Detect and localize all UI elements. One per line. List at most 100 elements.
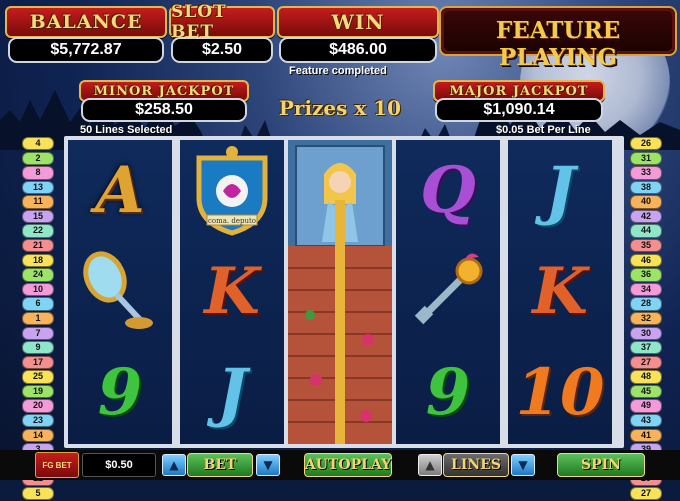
- right-payline-19: 43: [630, 413, 662, 428]
- symbol-q: Q: [420, 152, 476, 228]
- left-payline-6: 22: [22, 224, 54, 238]
- balance-label: BALANCE: [29, 11, 143, 33]
- left-payline-8: 18: [22, 253, 54, 268]
- rapunzel-tower-icon: [288, 140, 392, 444]
- left-payline-16: 25: [22, 370, 54, 384]
- right-payline-20: 41: [630, 428, 662, 442]
- right-payline-0: 26: [630, 137, 662, 151]
- left-payline-11: 6: [22, 297, 54, 311]
- spin-label: SPIN: [581, 457, 621, 473]
- right-payline-3: 38: [630, 180, 662, 195]
- major-jackpot-label: MAJOR JACKPOT: [449, 83, 589, 99]
- hand-mirror-icon: [68, 241, 172, 342]
- slot-bet-plaque: SLOT BET: [169, 2, 275, 42]
- right-payline-12: 32: [630, 311, 662, 326]
- right-payline-5: 42: [630, 209, 662, 224]
- balance-value: $5,772.87: [8, 37, 164, 63]
- reel-2: coma. deputo K J: [180, 140, 284, 444]
- crest-shield-icon: coma. deputo: [180, 140, 284, 241]
- right-payline-14: 37: [630, 341, 662, 355]
- golden-key-icon: [396, 241, 500, 342]
- right-payline-8: 46: [630, 253, 662, 268]
- symbol-k: K: [532, 253, 588, 329]
- shield-motto: coma. deputo: [208, 217, 256, 225]
- symbol-k: K: [204, 253, 260, 329]
- down-arrow-icon: ▼: [263, 458, 273, 472]
- right-payline-16: 48: [630, 370, 662, 384]
- reel-3: [288, 140, 392, 444]
- win-label: WIN: [331, 10, 385, 34]
- left-payline-19: 23: [22, 413, 54, 428]
- autoplay-label: AUTOPLAY: [304, 457, 392, 473]
- down-arrow-icon: ▼: [518, 458, 528, 472]
- left-payline-20: 14: [22, 428, 54, 442]
- left-payline-5: 15: [22, 209, 54, 224]
- bet-up-button[interactable]: ▲: [162, 454, 186, 476]
- right-payline-11: 28: [630, 297, 662, 311]
- symbol-a: A: [95, 152, 145, 228]
- bet-label: BET: [203, 457, 237, 473]
- fg-bet-value: $0.50: [82, 453, 156, 477]
- fg-bet-label: FG BET: [42, 460, 72, 470]
- right-payline-9: 36: [630, 268, 662, 282]
- right-payline-18: 49: [630, 399, 662, 413]
- right-payline-24: 27: [630, 486, 662, 501]
- spin-button[interactable]: SPIN: [557, 453, 645, 477]
- right-payline-13: 30: [630, 326, 662, 340]
- right-payline-2: 33: [630, 166, 662, 180]
- left-payline-24: 5: [22, 486, 54, 501]
- lines-button[interactable]: LINES: [443, 453, 509, 477]
- left-payline-9: 24: [22, 268, 54, 282]
- lines-down-button[interactable]: ▼: [511, 454, 535, 476]
- feature-playing-banner: FEATURE PLAYING: [439, 6, 677, 71]
- right-payline-17: 45: [630, 384, 662, 399]
- left-payline-3: 13: [22, 180, 54, 195]
- right-payline-15: 27: [630, 355, 662, 370]
- slot-bet-value: $2.50: [171, 37, 273, 63]
- bet-down-button[interactable]: ▼: [256, 454, 280, 476]
- symbol-j: J: [216, 354, 248, 430]
- left-payline-4: 11: [22, 195, 54, 209]
- left-payline-2: 8: [22, 166, 54, 180]
- major-jackpot-value: $1,090.14: [435, 98, 603, 122]
- left-payline-14: 9: [22, 341, 54, 355]
- feature-playing-text: FEATURE PLAYING: [495, 17, 621, 71]
- fg-bet-label-box: FG BET: [35, 452, 79, 478]
- symbol-j: J: [544, 152, 576, 228]
- lines-label: LINES: [451, 457, 501, 473]
- win-plaque: WIN: [277, 6, 439, 38]
- left-payline-15: 17: [22, 355, 54, 370]
- right-payline-7: 35: [630, 239, 662, 253]
- lines-up-button[interactable]: ▲: [418, 454, 442, 476]
- reel-4: Q 9: [396, 140, 500, 444]
- bet-button[interactable]: BET: [187, 453, 253, 477]
- autoplay-button[interactable]: AUTOPLAY: [304, 453, 392, 477]
- bet-per-line-text: $0.05 Bet Per Line: [496, 124, 591, 136]
- symbol-9: 9: [97, 354, 143, 430]
- left-payline-18: 20: [22, 399, 54, 413]
- reel-1: A 9: [68, 140, 172, 444]
- up-arrow-icon: ▲: [169, 458, 179, 472]
- right-payline-10: 34: [630, 282, 662, 297]
- minor-jackpot-value: $258.50: [81, 98, 247, 122]
- reel-5: J K 10: [508, 140, 612, 444]
- left-payline-indicators: 4281311152221182410617917251920231431612…: [22, 137, 54, 501]
- minor-jackpot-label: MINOR JACKPOT: [93, 83, 235, 99]
- symbol-10: 10: [515, 354, 605, 430]
- win-value: $486.00: [279, 37, 437, 63]
- up-arrow-icon: ▲: [425, 458, 435, 472]
- slot-bet-label: SLOT BET: [171, 2, 227, 42]
- prizes-multiplier: Prizes x 10: [278, 96, 402, 120]
- right-payline-indicators: 26 31 33 38 40 42 44 35 46 36 34 28 32 30 37 27 48 45 49 43…: [630, 137, 662, 501]
- left-payline-17: 19: [22, 384, 54, 399]
- lines-selected-text: 50 Lines Selected: [80, 124, 173, 136]
- right-payline-4: 40: [630, 195, 662, 209]
- left-payline-0: 4: [22, 137, 54, 151]
- left-payline-13: 7: [22, 326, 54, 340]
- balance-plaque: BALANCE: [5, 6, 167, 38]
- symbol-9: 9: [425, 354, 471, 430]
- left-payline-10: 10: [22, 282, 54, 297]
- left-payline-1: 2: [22, 151, 54, 165]
- feature-completed-text: Feature completed: [289, 65, 387, 77]
- left-payline-12: 1: [22, 311, 54, 326]
